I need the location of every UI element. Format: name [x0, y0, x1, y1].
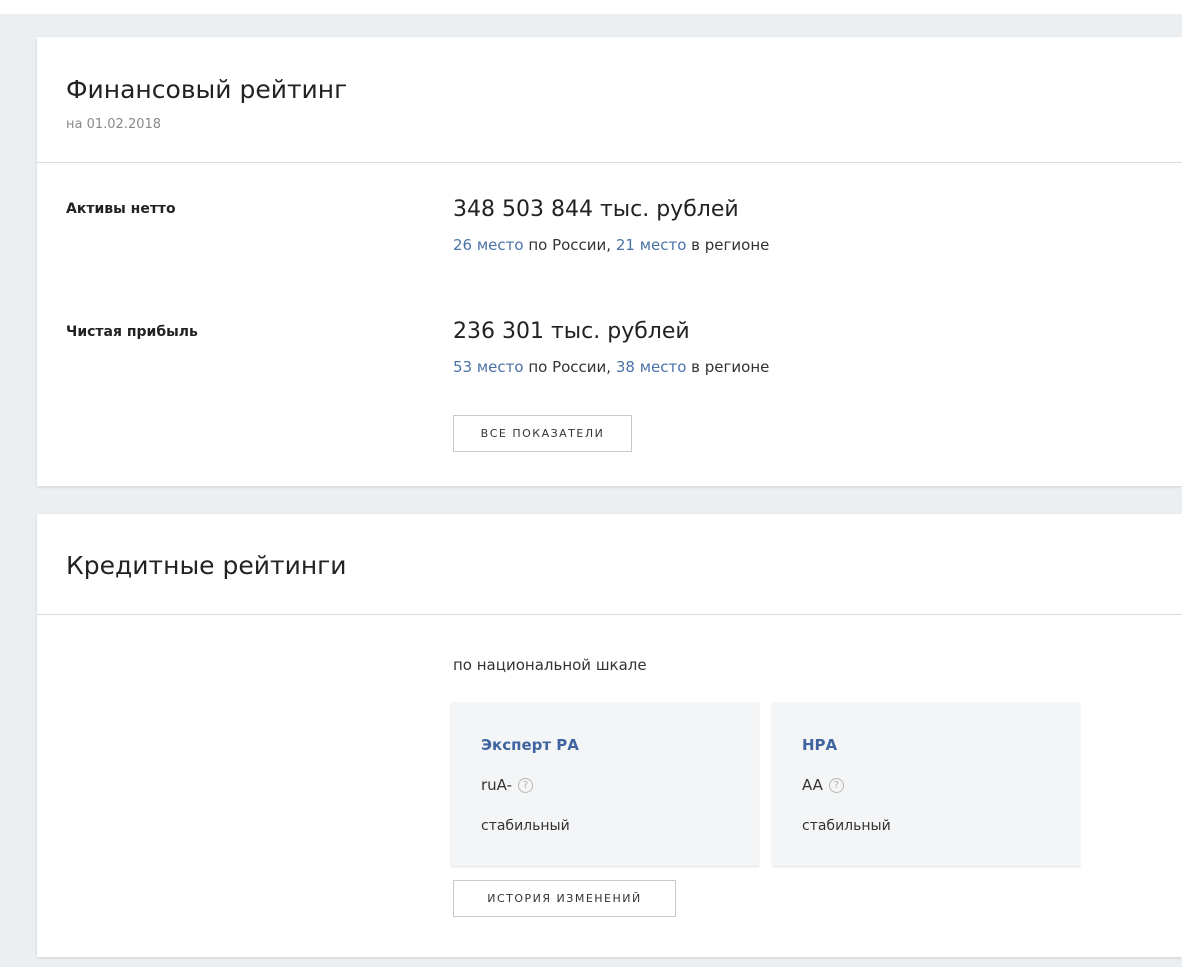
metric-rank: 53 место по России, 38 место в регионе	[453, 358, 769, 376]
agency-name-link[interactable]: НРА	[802, 736, 837, 754]
rating-value: ruA-	[481, 776, 513, 794]
national-scale-label: по национальной шкале	[453, 656, 647, 674]
russia-rank-text: по России,	[523, 358, 616, 376]
region-rank-text: в регионе	[686, 358, 770, 376]
financial-rating-card: Финансовый рейтинг на 01.02.2018 Активы …	[37, 37, 1182, 486]
all-indicators-button[interactable]: ВСЕ ПОКАЗАТЕЛИ	[453, 415, 632, 452]
region-rank-link[interactable]: 38 место	[616, 358, 687, 376]
metric-rank: 26 место по России, 21 место в регионе	[453, 236, 769, 254]
russia-rank-link[interactable]: 53 место	[453, 358, 524, 376]
agency-rating: AA ?	[802, 776, 844, 794]
change-history-button[interactable]: ИСТОРИЯ ИЗМЕНЕНИЙ	[453, 880, 676, 917]
credit-ratings-header: Кредитные рейтинги	[37, 514, 1182, 615]
credit-ratings-card: Кредитные рейтинги по национальной шкале…	[37, 514, 1182, 957]
rating-outlook: стабильный	[802, 818, 891, 834]
rating-value: AA	[802, 776, 823, 794]
question-circle-icon[interactable]: ?	[518, 777, 534, 793]
metric-label: Активы нетто	[66, 201, 176, 217]
agency-card-nra: НРА AA ? стабильный	[772, 702, 1080, 866]
top-strip	[0, 0, 1182, 14]
russia-rank-text: по России,	[523, 236, 616, 254]
rating-outlook: стабильный	[481, 818, 570, 834]
credit-ratings-title: Кредитные рейтинги	[66, 551, 347, 580]
agency-name-link[interactable]: Эксперт РА	[481, 736, 579, 754]
agency-rating: ruA- ?	[481, 776, 534, 794]
agency-card-expert-ra: Эксперт РА ruA- ? стабильный	[451, 702, 759, 866]
question-circle-icon[interactable]: ?	[828, 777, 844, 793]
russia-rank-link[interactable]: 26 место	[453, 236, 524, 254]
metric-value: 236 301 тыс. рублей	[453, 319, 690, 344]
financial-rating-title: Финансовый рейтинг	[66, 75, 348, 104]
region-rank-link[interactable]: 21 место	[616, 236, 687, 254]
financial-rating-header: Финансовый рейтинг на 01.02.2018	[37, 37, 1182, 163]
region-rank-text: в регионе	[686, 236, 770, 254]
metric-value: 348 503 844 тыс. рублей	[453, 197, 739, 222]
financial-rating-date: на 01.02.2018	[66, 117, 162, 132]
metric-label: Чистая прибыль	[66, 324, 198, 340]
